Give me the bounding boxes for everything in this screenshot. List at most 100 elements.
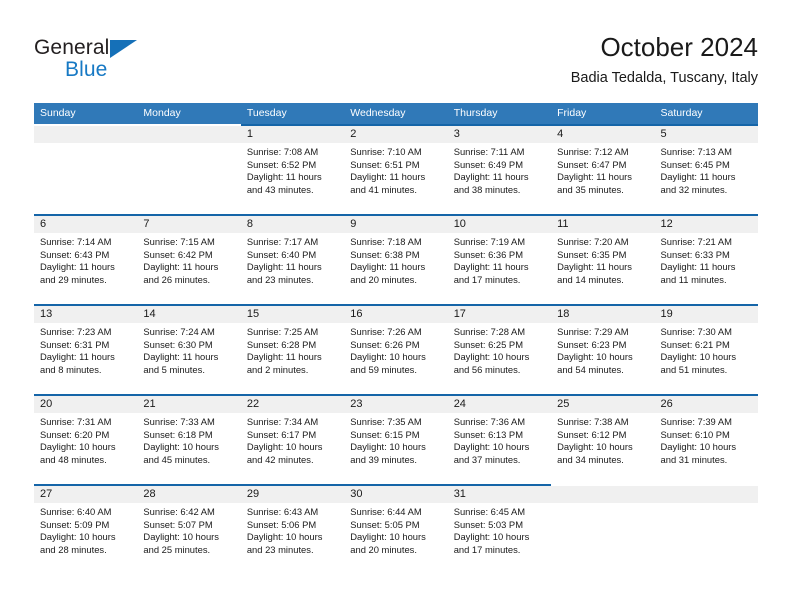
day-number: 4: [557, 128, 564, 140]
daylight-text-line1: Daylight: 11 hours: [40, 351, 115, 363]
day-number-band: [34, 216, 138, 233]
daylight-text-line2: and 43 minutes.: [246, 183, 314, 195]
logo-triangle-icon: [110, 40, 137, 58]
day-cell[interactable]: [551, 484, 655, 574]
sunrise-text: Sunrise: 7:38 AM: [557, 416, 629, 427]
sunset-text: Sunset: 6:21 PM: [660, 338, 730, 350]
sunrise-text: Sunrise: 7:39 AM: [660, 416, 732, 427]
daylight-text-line1: Daylight: 10 hours: [350, 531, 426, 543]
day-number: 15: [246, 308, 260, 320]
daylight-text-line2: and 37 minutes.: [453, 453, 521, 465]
daylight-text-line2: and 41 minutes.: [350, 183, 417, 195]
day-cell[interactable]: 12 Sunrise: 7:21 AM Sunset: 6:33 PM Dayl…: [654, 214, 758, 304]
general-blue-logo[interactable]: General Blue: [34, 36, 244, 92]
day-cell[interactable]: [654, 484, 758, 574]
week-row: 13 Sunrise: 7:23 AM Sunset: 6:31 PM Dayl…: [34, 304, 758, 394]
day-number-band: [551, 126, 655, 143]
sunset-text: Sunset: 5:09 PM: [40, 518, 110, 530]
weekday-header-thursday: Thursday: [453, 107, 498, 119]
day-details: Sunrise: 7:23 AM Sunset: 6:31 PM Dayligh…: [40, 326, 133, 376]
day-cell[interactable]: 25 Sunrise: 7:38 AM Sunset: 6:12 PM Dayl…: [551, 394, 655, 484]
day-number: 22: [246, 398, 260, 410]
daylight-text-line2: and 17 minutes.: [453, 543, 521, 555]
day-number: 24: [453, 398, 466, 410]
day-cell[interactable]: 3 Sunrise: 7:11 AM Sunset: 6:49 PM Dayli…: [447, 124, 552, 214]
daylight-text-line2: and 48 minutes.: [40, 453, 107, 465]
sunset-text: Sunset: 5:06 PM: [246, 518, 317, 530]
sunset-text: Sunset: 5:07 PM: [143, 518, 213, 530]
day-cell[interactable]: 30 Sunrise: 6:44 AM Sunset: 5:05 PM Dayl…: [344, 484, 448, 574]
day-cell[interactable]: 7 Sunrise: 7:15 AM Sunset: 6:42 PM Dayli…: [137, 214, 241, 304]
day-cell[interactable]: 22 Sunrise: 7:34 AM Sunset: 6:17 PM Dayl…: [240, 394, 345, 484]
day-number: 26: [660, 398, 673, 410]
day-cell[interactable]: 26 Sunrise: 7:39 AM Sunset: 6:10 PM Dayl…: [654, 394, 758, 484]
day-number: 7: [143, 218, 150, 230]
sunset-text: Sunset: 6:17 PM: [246, 428, 317, 440]
day-details: Sunrise: 7:38 AM Sunset: 6:12 PM Dayligh…: [557, 416, 650, 466]
weekday-header-wednesday: Wednesday: [350, 107, 406, 119]
day-details: Sunrise: 6:44 AM Sunset: 5:05 PM Dayligh…: [350, 506, 443, 556]
sunset-text: Sunset: 6:23 PM: [557, 338, 627, 350]
day-number-band: [654, 126, 758, 143]
day-details: Sunrise: 7:10 AM Sunset: 6:51 PM Dayligh…: [350, 146, 443, 196]
sunset-text: Sunset: 6:30 PM: [143, 338, 213, 350]
day-cell[interactable]: 11 Sunrise: 7:20 AM Sunset: 6:35 PM Dayl…: [551, 214, 655, 304]
day-cell[interactable]: 27 Sunrise: 6:40 AM Sunset: 5:09 PM Dayl…: [34, 484, 138, 574]
sunset-text: Sunset: 6:45 PM: [660, 158, 730, 170]
sunrise-text: Sunrise: 6:45 AM: [453, 506, 526, 517]
day-cell[interactable]: 19 Sunrise: 7:30 AM Sunset: 6:21 PM Dayl…: [654, 304, 758, 394]
day-details: Sunrise: 7:29 AM Sunset: 6:23 PM Dayligh…: [557, 326, 650, 376]
day-number: 21: [143, 398, 156, 410]
day-details: Sunrise: 7:30 AM Sunset: 6:21 PM Dayligh…: [661, 326, 754, 376]
day-cell[interactable]: 31 Sunrise: 6:45 AM Sunset: 5:03 PM Dayl…: [447, 484, 552, 574]
day-number-band: [344, 126, 448, 143]
day-details: Sunrise: 7:34 AM Sunset: 6:17 PM Dayligh…: [247, 416, 340, 466]
daylight-text-line1: Daylight: 10 hours: [453, 441, 530, 453]
daylight-text-line1: Daylight: 11 hours: [453, 171, 529, 183]
daylight-text-line2: and 25 minutes.: [143, 543, 211, 555]
page-title: October 2024: [600, 32, 758, 62]
sunrise-text: Sunrise: 6:40 AM: [40, 506, 112, 517]
day-cell[interactable]: 6 Sunrise: 7:14 AM Sunset: 6:43 PM Dayli…: [34, 214, 138, 304]
weekday-header-friday: Friday: [557, 107, 587, 119]
sunrise-text: Sunrise: 7:31 AM: [40, 416, 112, 427]
title-block: October 2024 Badia Tedalda, Tuscany, Ita…: [571, 30, 758, 89]
day-cell[interactable]: 29 Sunrise: 6:43 AM Sunset: 5:06 PM Dayl…: [240, 484, 345, 574]
sunrise-text: Sunrise: 7:13 AM: [660, 146, 732, 157]
day-cell[interactable]: 8 Sunrise: 7:17 AM Sunset: 6:40 PM Dayli…: [240, 214, 345, 304]
daylight-text-line1: Daylight: 10 hours: [557, 351, 633, 363]
day-cell[interactable]: [34, 124, 138, 214]
day-cell[interactable]: 18 Sunrise: 7:29 AM Sunset: 6:23 PM Dayl…: [551, 304, 655, 394]
day-cell[interactable]: 20 Sunrise: 7:31 AM Sunset: 6:20 PM Dayl…: [34, 394, 138, 484]
day-cell[interactable]: 16 Sunrise: 7:26 AM Sunset: 6:26 PM Dayl…: [344, 304, 448, 394]
day-cell[interactable]: 2 Sunrise: 7:10 AM Sunset: 6:51 PM Dayli…: [344, 124, 448, 214]
day-number-band: [551, 486, 655, 503]
week-row: 6 Sunrise: 7:14 AM Sunset: 6:43 PM Dayli…: [34, 214, 758, 304]
day-number: 16: [350, 308, 363, 320]
day-details: Sunrise: 7:24 AM Sunset: 6:30 PM Dayligh…: [143, 326, 236, 376]
day-cell[interactable]: 17 Sunrise: 7:28 AM Sunset: 6:25 PM Dayl…: [447, 304, 552, 394]
sunrise-text: Sunrise: 7:29 AM: [557, 326, 629, 337]
day-cell[interactable]: 14 Sunrise: 7:24 AM Sunset: 6:30 PM Dayl…: [137, 304, 241, 394]
day-cell[interactable]: 28 Sunrise: 6:42 AM Sunset: 5:07 PM Dayl…: [137, 484, 241, 574]
day-details: Sunrise: 7:21 AM Sunset: 6:33 PM Dayligh…: [661, 236, 754, 286]
day-cell[interactable]: 21 Sunrise: 7:33 AM Sunset: 6:18 PM Dayl…: [137, 394, 241, 484]
sunrise-text: Sunrise: 7:25 AM: [246, 326, 319, 337]
sunrise-text: Sunrise: 7:33 AM: [143, 416, 215, 427]
day-number: 29: [246, 488, 260, 500]
day-cell[interactable]: 4 Sunrise: 7:12 AM Sunset: 6:47 PM Dayli…: [551, 124, 655, 214]
day-cell[interactable]: 24 Sunrise: 7:36 AM Sunset: 6:13 PM Dayl…: [447, 394, 552, 484]
day-cell[interactable]: 15 Sunrise: 7:25 AM Sunset: 6:28 PM Dayl…: [240, 304, 345, 394]
day-cell[interactable]: 13 Sunrise: 7:23 AM Sunset: 6:31 PM Dayl…: [34, 304, 138, 394]
day-cell[interactable]: 23 Sunrise: 7:35 AM Sunset: 6:15 PM Dayl…: [344, 394, 448, 484]
daylight-text-line2: and 35 minutes.: [557, 183, 624, 195]
day-cell[interactable]: 9 Sunrise: 7:18 AM Sunset: 6:38 PM Dayli…: [344, 214, 448, 304]
day-cell[interactable]: 1 Sunrise: 7:08 AM Sunset: 6:52 PM Dayli…: [240, 124, 345, 214]
day-cell[interactable]: 10 Sunrise: 7:19 AM Sunset: 6:36 PM Dayl…: [447, 214, 552, 304]
daylight-text-line2: and 29 minutes.: [40, 273, 107, 285]
day-cell[interactable]: [137, 124, 241, 214]
day-cell[interactable]: 5 Sunrise: 7:13 AM Sunset: 6:45 PM Dayli…: [654, 124, 758, 214]
day-number: 5: [660, 128, 667, 140]
sunset-text: Sunset: 6:28 PM: [246, 338, 317, 350]
sunrise-text: Sunrise: 7:10 AM: [350, 146, 422, 157]
